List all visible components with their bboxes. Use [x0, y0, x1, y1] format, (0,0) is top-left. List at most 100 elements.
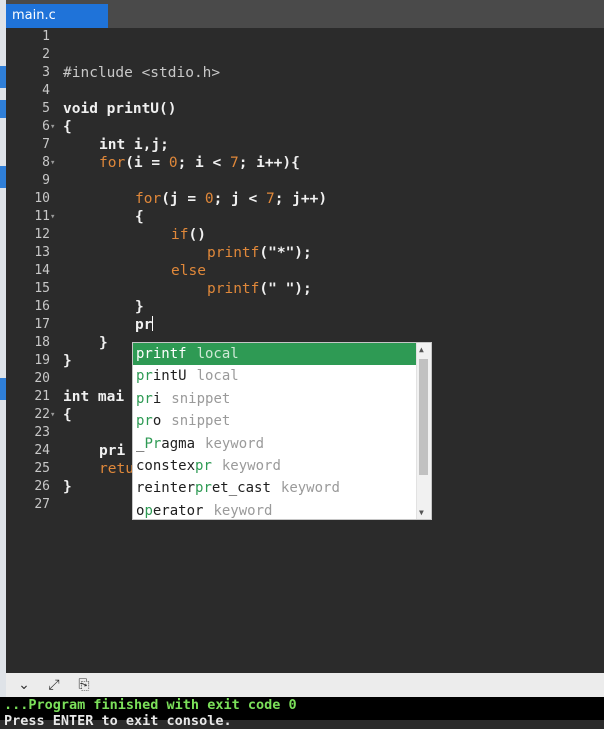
suggestion-text: et_cast [211, 480, 271, 497]
text-cursor [152, 316, 154, 331]
line-number: 9 [42, 173, 50, 188]
fold-arrow-icon[interactable]: ▾ [50, 154, 58, 172]
suggestion-match: pr [195, 458, 212, 474]
fold-arrow-icon[interactable]: ▾ [50, 118, 58, 136]
scroll-down-arrow-icon[interactable]: ▼ [419, 508, 424, 517]
suggestion-match: pr [136, 413, 153, 430]
suggestion-text: intf [152, 346, 187, 362]
autocomplete-popup[interactable]: operator keyword reinterpret_cast keyword co… [132, 342, 432, 520]
suggestion-text: o [152, 413, 162, 430]
line-number: 26 [34, 479, 50, 494]
suggestion-match: Pr [144, 435, 162, 452]
suggestion-kind: snippet [171, 390, 231, 407]
code-line-16: } [135, 299, 144, 315]
console-line-exit-code: ...Program finished with exit code 0 [4, 697, 297, 713]
console-toolbar: ⌄ ⤢ ⎘ [6, 673, 604, 697]
suggestion-kind: keyword [280, 480, 340, 497]
scrollbar-thumb[interactable] [419, 359, 428, 475]
line-number: 22 [34, 407, 50, 422]
suggestion-text: agma [161, 435, 196, 452]
fold-arrow-icon[interactable]: ▾ [50, 208, 58, 226]
line-number: 15 [34, 281, 50, 296]
suggestion-prefix: reinter [136, 480, 196, 497]
code-line-14: else [171, 263, 206, 279]
suggestion-kind: keyword [221, 458, 281, 474]
line-number-gutter: 1 2 3 4 5 6 ▾ 7 8 ▾ 9 10 11 ▾ 12 13 14 15 16 17 18 19 20 21 22 ▾ 2… [6, 28, 58, 668]
suggestion-match: pr [136, 368, 153, 385]
suggestion-text: erator [152, 502, 204, 519]
suggestion-match: pr [136, 390, 153, 407]
line-number: 14 [34, 263, 50, 278]
suggestion-kind: local [196, 346, 239, 362]
line-number: 6 [42, 119, 50, 134]
line-number: 1 [42, 29, 50, 44]
suggestion-match: pr [195, 480, 212, 497]
line-number: 10 [34, 191, 50, 206]
line-number: 8 [42, 155, 50, 170]
suggestion-match: pr [136, 346, 153, 362]
tab-main-c[interactable]: main.c [6, 4, 108, 28]
code-line-24: pri [99, 443, 126, 459]
autocomplete-item[interactable]: pro snippet [133, 410, 418, 432]
code-line-10: for(j = 0; j < 7; j++) [135, 191, 328, 207]
suggestion-kind: keyword [205, 435, 265, 452]
code-line-26: } [63, 479, 72, 495]
code-line-21: int mai [63, 389, 125, 405]
code-line-8: for(i = 0; i < 7; i++){ [99, 155, 300, 171]
fold-arrow-icon[interactable]: ▾ [50, 406, 58, 424]
line-number: 27 [34, 497, 50, 512]
collapse-chevron-icon[interactable]: ⌄ [14, 675, 34, 695]
code-line-19: } [63, 353, 72, 369]
suggestion-kind: snippet [171, 413, 231, 430]
code-line-5: void printU() [63, 101, 177, 117]
autocomplete-item[interactable]: operator keyword [133, 500, 418, 522]
autocomplete-item[interactable]: reinterpret_cast keyword [133, 477, 418, 499]
suggestion-text: i [152, 390, 162, 407]
console-line-press-enter: Press ENTER to exit console. [4, 713, 232, 729]
suggestion-text: intU [152, 368, 187, 385]
code-line-7: int i,j; [99, 137, 169, 153]
line-number: 4 [42, 83, 50, 98]
code-line-17: pr [135, 316, 154, 333]
line-number: 25 [34, 461, 50, 476]
autocomplete-item[interactable]: pri snippet [133, 388, 418, 410]
expand-arrows-icon[interactable]: ⤢ [44, 675, 64, 695]
suggestion-match: p [144, 502, 153, 519]
line-number: 2 [42, 47, 50, 62]
tab-bar: main.c [6, 0, 604, 28]
output-console[interactable]: ...Program finished with exit code 0 Pre… [0, 697, 604, 729]
line-number: 20 [34, 371, 50, 386]
line-number: 12 [34, 227, 50, 242]
copy-clipboard-icon[interactable]: ⎘ [74, 675, 94, 695]
code-line-12: if() [171, 227, 206, 243]
scroll-up-arrow-icon[interactable]: ▲ [419, 345, 424, 354]
code-line-6: { [63, 119, 72, 135]
suggestion-prefix: constex [136, 458, 196, 474]
autocomplete-item[interactable]: constexpr keyword [133, 455, 418, 477]
code-line-3: #include <stdio.h> [63, 65, 221, 81]
autocomplete-item[interactable]: printU local [133, 365, 418, 387]
suggestion-kind: keyword [213, 502, 273, 519]
line-number: 11 [34, 209, 50, 224]
line-number: 19 [34, 353, 50, 368]
line-number: 18 [34, 335, 50, 350]
line-number: 17 [34, 317, 50, 332]
line-number: 5 [42, 101, 50, 116]
code-line-11: { [135, 209, 144, 225]
line-number: 21 [34, 389, 50, 404]
line-number: 7 [42, 137, 50, 152]
code-line-13: printf("*"); [207, 245, 312, 261]
code-line-18: } [99, 335, 108, 351]
line-number: 24 [34, 443, 50, 458]
code-line-15: printf(" "); [207, 281, 312, 297]
line-number: 3 [42, 65, 50, 80]
code-line-22: { [63, 407, 72, 423]
autocomplete-scrollbar[interactable]: ▲ ▼ [416, 343, 431, 519]
autocomplete-item[interactable]: printf local [133, 343, 418, 366]
line-number: 13 [34, 245, 50, 260]
line-number: 23 [34, 425, 50, 440]
suggestion-kind: local [196, 368, 239, 385]
line-number: 16 [34, 299, 50, 314]
code-line-25: retu [99, 461, 134, 477]
autocomplete-item[interactable]: _Pragma keyword [133, 433, 418, 455]
